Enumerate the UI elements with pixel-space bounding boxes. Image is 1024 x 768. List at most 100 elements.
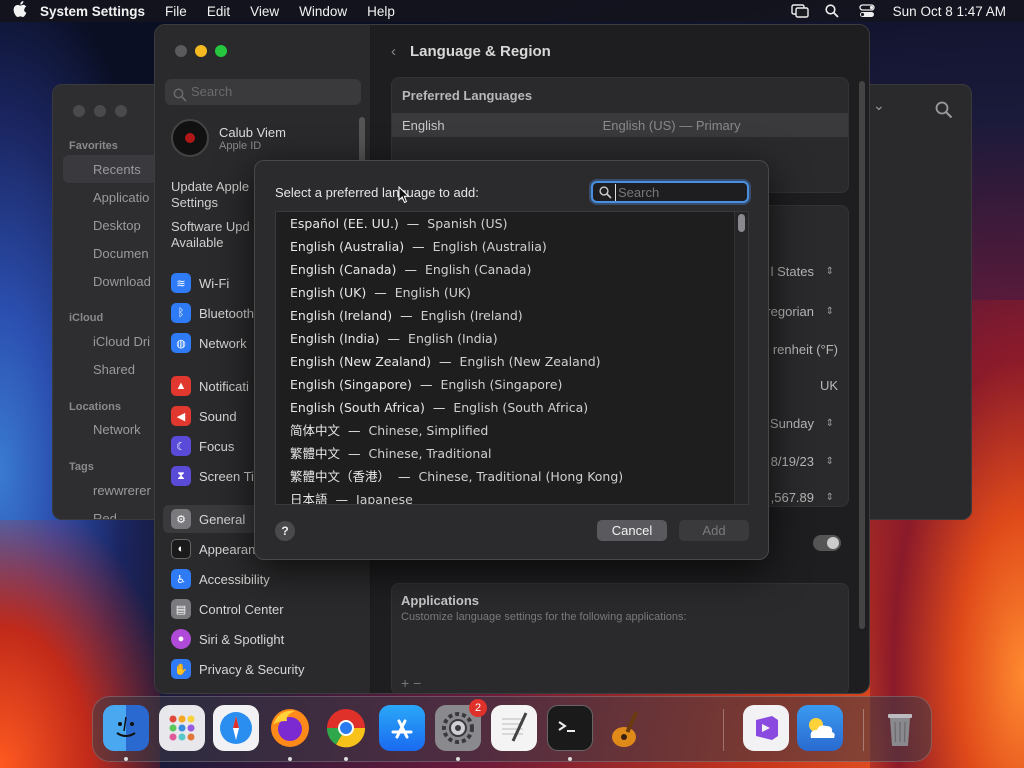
launchpad-dock-icon[interactable] [159,705,205,751]
system-settings-dock-icon[interactable]: 2 [435,699,487,751]
sidebar-item-siri[interactable]: ● Siri & Spotlight [171,629,284,649]
garageband-dock-icon[interactable] [603,705,649,751]
measurement-uk[interactable]: UK [820,378,838,393]
finder-item-documents[interactable]: Documen [93,246,149,261]
stepper-icon[interactable]: ⇕ [826,492,834,503]
first-day-value[interactable]: Sunday [770,416,814,431]
number-format-value[interactable]: ,567.89 [771,490,814,505]
textedit-dock-icon[interactable] [491,705,537,751]
menu-view[interactable]: View [250,4,279,19]
language-list[interactable]: Español (EE. UU.) — Spanish (US) English (… [275,211,749,505]
finder-item-tag-2[interactable]: Red [93,511,117,519]
minimize-icon[interactable] [195,45,207,57]
calendar-value[interactable]: regorian [766,304,814,319]
list-item[interactable]: 简体中文 — Chinese, Simplified [276,419,748,442]
sidebar-item-accessibility[interactable]: ♿ Accessibility [171,569,270,589]
chevron-down-icon[interactable]: ⌄ [873,97,885,114]
sidebar-item-privacy[interactable]: ✋ Privacy & Security [171,659,304,679]
add-button[interactable]: Add [679,520,749,541]
list-item[interactable]: English (Canada) — English (Canada) [276,258,748,281]
screen-mirroring-icon[interactable] [790,4,809,18]
stepper-icon[interactable]: ⇕ [826,266,834,277]
safari-dock-icon[interactable] [213,705,259,751]
app-store-dock-icon[interactable] [379,705,425,751]
sidebar-item-network[interactable]: ◍ Network [171,333,247,353]
list-item[interactable]: 繁體中文 — Chinese, Traditional [276,442,748,465]
list-item[interactable]: 繁體中文（香港） — Chinese, Traditional (Hong Kong… [276,465,748,488]
dialog-search-input[interactable] [615,184,743,201]
minimize-icon[interactable] [94,105,106,117]
finder-item-icloud-drive[interactable]: iCloud Dri [93,334,150,349]
list-item[interactable]: English (Singapore) — English (Singapore) [276,373,748,396]
zoom-icon[interactable] [115,105,127,117]
firefox-dock-icon[interactable] [267,705,313,751]
sidebar-item-general[interactable]: ⚙ General [171,509,245,529]
list-item[interactable]: English (UK) — English (UK) [276,281,748,304]
trash-icon[interactable] [877,705,923,751]
close-icon[interactable] [73,105,85,117]
sidebar-item-focus[interactable]: ☾ Focus [171,436,234,456]
stepper-icon[interactable]: ⇕ [826,456,834,467]
software-update-item[interactable]: Software Upd Available [171,219,250,251]
update-settings-item[interactable]: Update Apple Settings [171,179,249,211]
search-icon[interactable] [935,101,953,119]
sidebar-item-appearance[interactable]: ◐ Appearan [171,539,255,559]
list-item[interactable]: English (India) — English (India) [276,327,748,350]
apple-menu-icon[interactable] [0,1,40,21]
temperature-value[interactable]: renheit (°F) [773,342,838,357]
sidebar-item-control-center[interactable]: ▤ Control Center [171,599,284,619]
finder-item-shared[interactable]: Shared [93,362,135,377]
date-format-value[interactable]: 8/19/23 [771,454,814,469]
list-item[interactable]: English (Australia) — English (Australia) [276,235,748,258]
cancel-button[interactable]: Cancel [597,520,667,541]
sidebar-item-bluetooth[interactable]: ᛒ Bluetooth [171,303,254,323]
finder-item-recents[interactable]: Recents [93,162,141,177]
sidebar-item-wifi[interactable]: ≋ Wi-Fi [171,273,229,293]
menu-edit[interactable]: Edit [207,4,230,19]
back-chevron-icon[interactable]: ‹ [391,43,396,60]
terminal-dock-icon[interactable] [547,705,593,751]
list-item[interactable]: English (Ireland) — English (Ireland) [276,304,748,327]
control-center-icon[interactable] [859,4,875,18]
chrome-dock-icon[interactable] [323,705,369,751]
finder-dock-icon[interactable] [103,705,149,751]
add-remove-buttons[interactable]: + − [401,675,421,691]
finder-item-tag-1[interactable]: rewwrerer [93,483,151,498]
weather-dock-icon[interactable] [797,705,843,751]
sidebar-item-label: General [199,511,246,527]
sidebar-item-label: Wi-Fi [199,275,230,291]
apple-id-row[interactable]: Calub Viem Apple ID [171,119,286,157]
menu-app-name[interactable]: System Settings [40,4,145,19]
region-value[interactable]: l States [771,264,814,279]
menu-window[interactable]: Window [299,4,347,19]
settings-search-field[interactable]: Search [165,79,361,105]
dialog-search-box[interactable] [591,181,749,203]
zoom-icon[interactable] [215,45,227,57]
list-item[interactable]: 日本語 — Japanese [276,488,748,504]
language-row-english[interactable]: English English (US) — Primary [392,113,848,137]
main-scrollbar[interactable] [859,81,865,629]
close-icon[interactable] [175,45,187,57]
menu-help[interactable]: Help [367,4,395,19]
finder-item-desktop[interactable]: Desktop [93,218,141,233]
list-item[interactable]: English (South Africa) — English (South Af… [276,396,748,419]
finder-item-network[interactable]: Network [93,422,141,437]
menu-file[interactable]: File [165,4,187,19]
sidebar-item-notifications[interactable]: ▲ Notificati [171,376,249,396]
stepper-icon[interactable]: ⇕ [826,306,834,317]
spotlight-search-icon[interactable] [825,4,841,18]
list-item[interactable]: English (New Zealand) — English (New Zeala… [276,350,748,373]
list-scrollbar[interactable] [734,212,748,504]
live-text-toggle[interactable] [813,535,841,551]
sidebar-item-screen-time[interactable]: ⧗ Screen Ti [171,466,254,486]
visual-studio-dock-icon[interactable] [743,705,789,751]
sidebar-item-sound[interactable]: ◀ Sound [171,406,237,426]
list-item[interactable]: Español (EE. UU.) — Spanish (US) [276,212,748,235]
language-english: English (South Africa) [453,400,589,415]
stepper-icon[interactable]: ⇕ [826,418,834,429]
finder-item-downloads[interactable]: Download [93,274,151,289]
scrollbar-thumb[interactable] [738,214,745,232]
finder-item-applications[interactable]: Applicatio [93,190,149,205]
help-button[interactable]: ? [275,521,295,541]
menu-clock[interactable]: Sun Oct 8 1:47 AM [893,4,1006,19]
